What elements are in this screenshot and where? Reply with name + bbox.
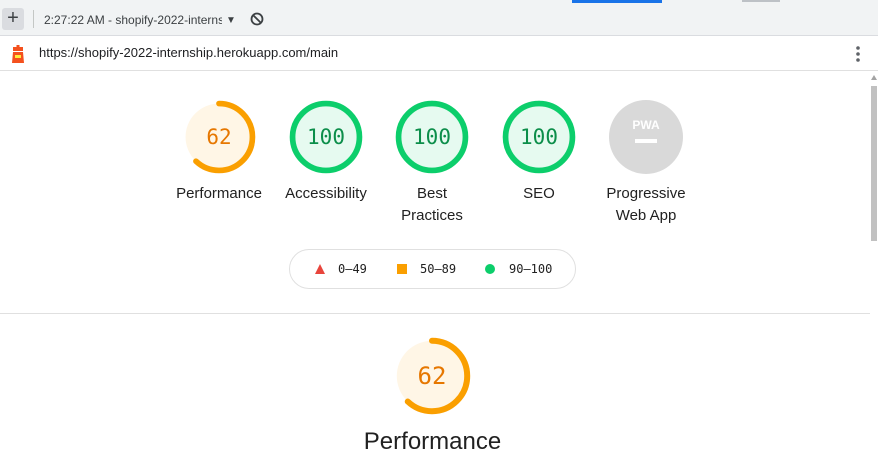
gauge-label-performance: Performance (159, 183, 279, 205)
section-divider (0, 313, 870, 314)
plus-icon: + (7, 7, 19, 29)
gauge-score-value: 62 (206, 125, 231, 149)
legend-range-average: 50–89 (420, 262, 457, 276)
gauge-progressive-web-app[interactable]: PWA (608, 99, 684, 175)
chevron-down-icon: ▼ (226, 14, 236, 26)
report-toolbar: + 2:27:22 AM - shopify-2022-internship.h… (0, 0, 878, 36)
gauge-label-progressive-web-app: Progressive Web App (586, 183, 706, 227)
toolbar-separator (33, 10, 34, 28)
performance-score-gauge[interactable]: 62 (392, 336, 472, 416)
gauge-label-line: Best (416, 185, 447, 202)
pwa-badge-background (609, 100, 683, 174)
legend-range-pass: 90–100 (509, 262, 553, 276)
gauge-best-practices[interactable]: 100 (394, 99, 470, 175)
gauge-label-line: Accessibility (285, 185, 367, 202)
pwa-dash-icon (635, 139, 657, 143)
average-square-icon (397, 264, 407, 274)
block-icon[interactable] (250, 12, 264, 26)
gauge-label-line: Progressive (606, 185, 686, 202)
score-scale-legend: 0–49 50–89 90–100 (289, 249, 576, 289)
url-bar: https://shopify-2022-internship.herokuap… (0, 36, 878, 71)
gauge-score-value: 100 (413, 125, 451, 149)
gauge-label-line: Web App (615, 207, 677, 224)
lighthouse-icon (12, 45, 24, 63)
fail-triangle-icon (315, 264, 325, 274)
gauge-seo[interactable]: 100 (501, 99, 577, 175)
scroll-up-arrow-icon[interactable] (870, 73, 878, 83)
performance-section-title: Performance (363, 428, 502, 455)
gauge-score-value: 100 (307, 125, 345, 149)
report-selector[interactable]: 2:27:22 AM - shopify-2022-internship.her… (44, 11, 236, 29)
scrollbar-thumb[interactable] (871, 86, 877, 241)
gauge-label-accessibility: Accessibility (266, 183, 386, 205)
pwa-badge-text: PWA (632, 118, 660, 132)
legend-range-fail: 0–49 (338, 262, 367, 276)
pass-circle-icon (485, 264, 495, 274)
gauge-label-best-practices: Best Practices (372, 183, 492, 227)
new-report-button[interactable]: + (2, 8, 24, 30)
gauge-performance[interactable]: 62 (181, 99, 257, 175)
gauge-label-seo: SEO (479, 183, 599, 205)
report-selector-text: 2:27:22 AM - shopify-2022-internship.her… (44, 13, 222, 27)
gauge-score-value: 100 (520, 125, 558, 149)
page-url: https://shopify-2022-internship.herokuap… (39, 45, 339, 60)
gauge-accessibility[interactable]: 100 (288, 99, 364, 175)
gauge-score-value: 62 (418, 362, 447, 390)
kebab-menu-icon[interactable] (854, 44, 862, 64)
gauge-label-line: Performance (176, 185, 262, 202)
gauge-label-line: Practices (401, 207, 463, 224)
active-tab-indicator (572, 0, 662, 3)
gauge-label-line: SEO (523, 185, 555, 202)
inactive-tab-indicator (742, 0, 780, 2)
